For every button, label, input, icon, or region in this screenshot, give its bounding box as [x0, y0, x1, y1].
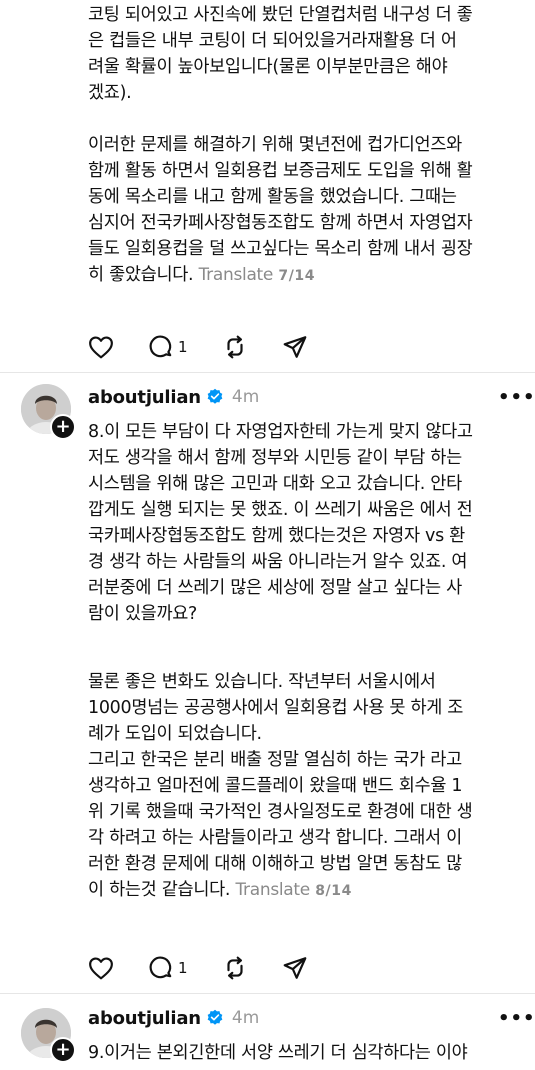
repost-button[interactable] — [222, 955, 248, 981]
post-text-para: 이러한 문제를 해결하기 위해 몇년전에 컵가디언즈와 함께 활동 하면서 일회… — [88, 135, 473, 285]
translate-link[interactable]: Translate — [235, 880, 310, 900]
post-time: 4m — [231, 387, 260, 407]
heart-icon — [88, 335, 114, 359]
like-button[interactable] — [88, 335, 114, 359]
plus-icon: + — [55, 1039, 71, 1060]
post-text-para: 코팅 되어있고 사진속에 봤던 단열컵처럼 내구성 더 좋 은 컵들은 내부 코… — [88, 5, 473, 103]
reply-button[interactable]: 1 — [148, 334, 188, 360]
reply-count: 1 — [178, 959, 188, 977]
post-text-para: 물론 좋은 변화도 있습니다. 작년부터 서울시에서 1000명넘는 공공행사에… — [88, 672, 473, 900]
post-header: aboutjulian 4m — [88, 384, 259, 410]
verified-icon — [206, 388, 224, 406]
post-header: aboutjulian 4m — [88, 1005, 259, 1031]
comment-icon — [148, 334, 174, 360]
repost-icon — [222, 334, 248, 360]
post-text-para: 8.이 모든 부담이 다 자영업자한테 가는게 맞지 않다고 저도 생각을 해서… — [88, 422, 473, 624]
thread-page-indicator: 7/14 — [278, 268, 316, 284]
thread-page-indicator: 8/14 — [315, 883, 352, 899]
more-icon[interactable]: ••• — [498, 387, 535, 408]
post-actions: 1 — [88, 953, 342, 983]
post-divider — [0, 993, 535, 994]
post-divider — [0, 372, 535, 373]
reply-button[interactable]: 1 — [148, 955, 188, 981]
share-button[interactable] — [282, 955, 308, 981]
post-time: 4m — [231, 1008, 260, 1028]
plus-icon: + — [55, 416, 71, 437]
reply-count: 1 — [178, 338, 188, 356]
share-button[interactable] — [282, 334, 308, 360]
username[interactable]: aboutjulian — [88, 1008, 201, 1029]
translate-link[interactable]: Translate — [199, 265, 274, 285]
comment-icon — [148, 955, 174, 981]
repost-button[interactable] — [222, 334, 248, 360]
repost-icon — [222, 955, 248, 981]
verified-icon — [206, 1009, 224, 1027]
post-text-para: 9.이거는 본외긴한데 서양 쓰레기 더 심각하다는 이야 — [88, 1043, 468, 1063]
more-icon[interactable]: ••• — [498, 1008, 535, 1029]
share-icon — [282, 334, 308, 360]
like-button[interactable] — [88, 956, 114, 980]
follow-plus-button[interactable]: + — [50, 1037, 76, 1063]
share-icon — [282, 955, 308, 981]
follow-plus-button[interactable]: + — [50, 414, 76, 440]
heart-icon — [88, 956, 114, 980]
post-actions: 1 — [88, 332, 342, 362]
username[interactable]: aboutjulian — [88, 387, 201, 408]
